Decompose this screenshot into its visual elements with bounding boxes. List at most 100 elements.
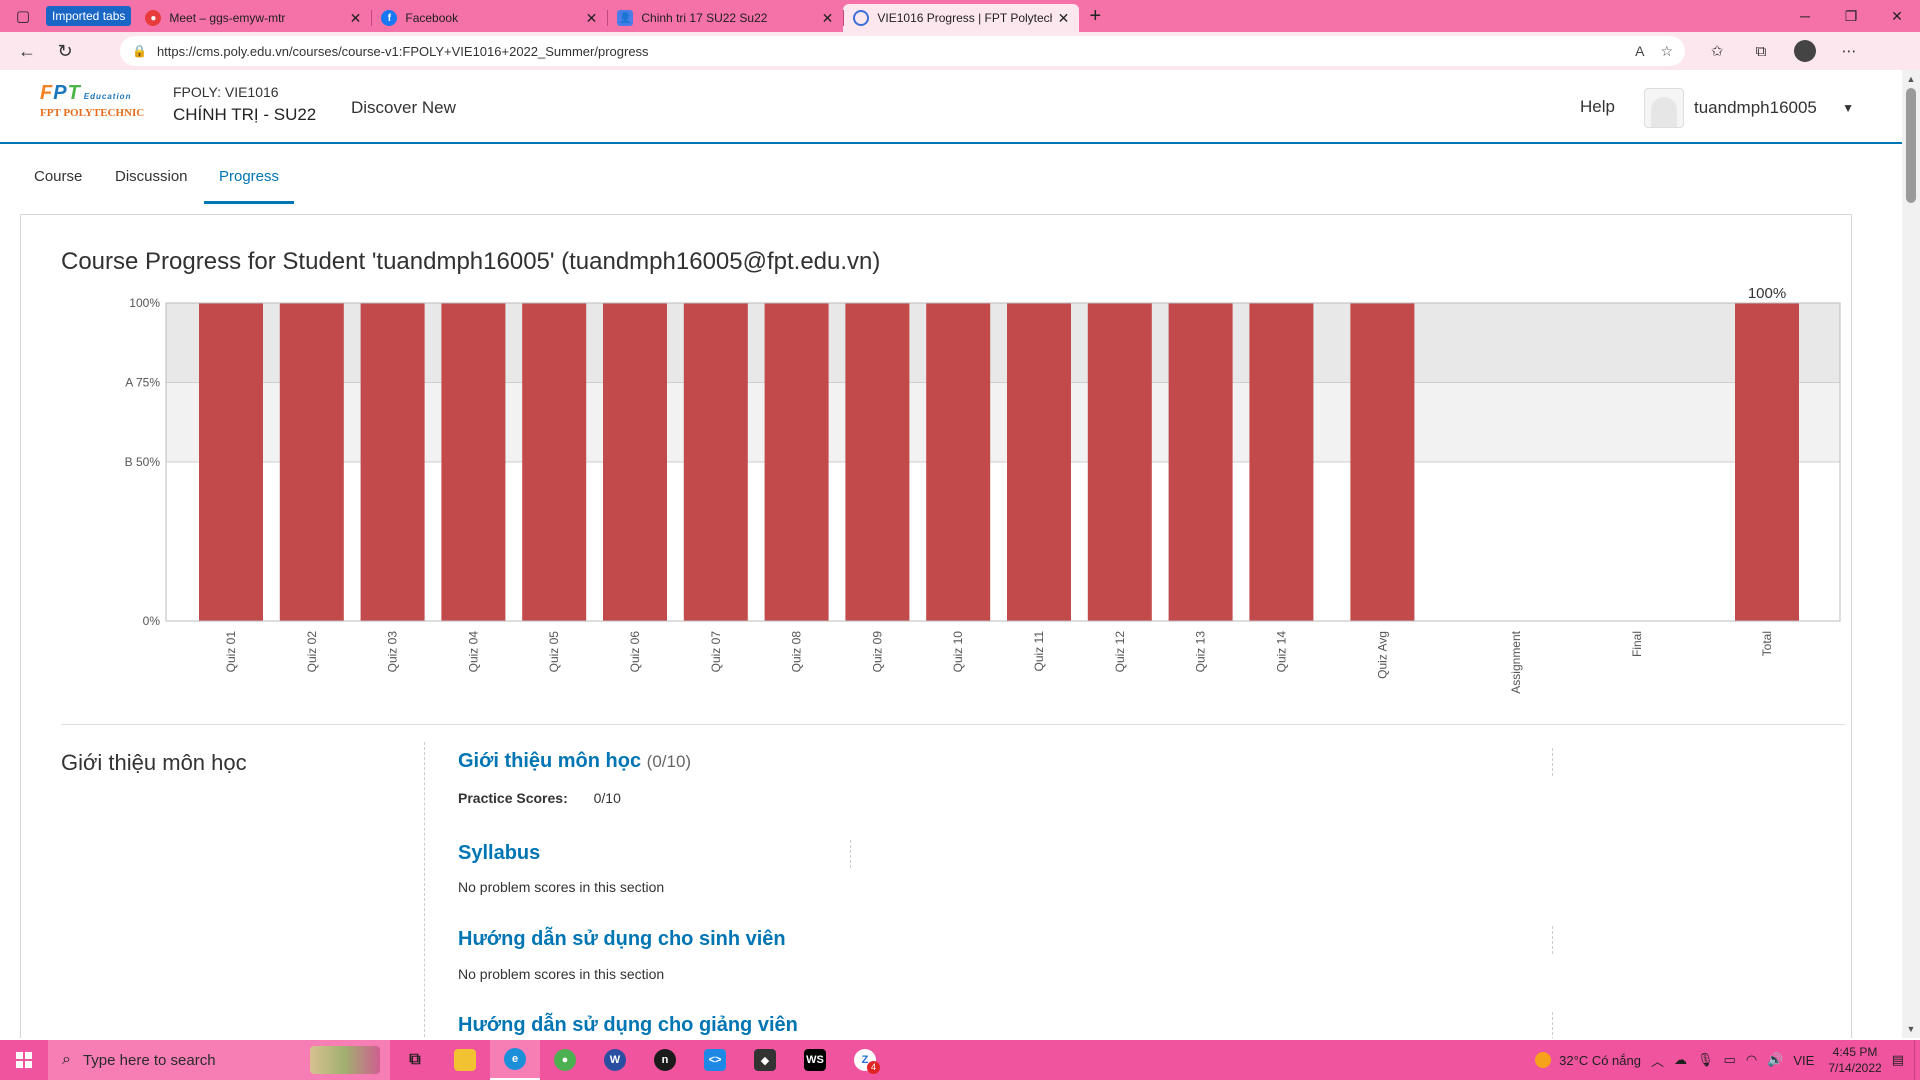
- bar-quiz-avg: [1350, 303, 1415, 621]
- language-indicator[interactable]: VIE: [1793, 1053, 1814, 1068]
- taskbar-search[interactable]: ⌕ Type here to search: [48, 1040, 390, 1080]
- y-tick-label: B 50%: [125, 455, 161, 469]
- x-tick-label: Quiz 01: [224, 631, 238, 673]
- bar-quiz-06: [603, 303, 667, 621]
- grade-chart: 100% A 75% B 50% 0% Quiz 01 Quiz 02 Quiz 03 Qui…: [125, 285, 1841, 694]
- search-placeholder: Type here to search: [82, 1051, 216, 1069]
- tab-chinh-tri[interactable]: 👤 Chinh tri 17 SU22 Su22 ✕: [607, 4, 843, 32]
- x-tick-label: Quiz 11: [1032, 631, 1046, 672]
- scrollbar-thumb[interactable]: [1906, 88, 1916, 203]
- more-menu-icon[interactable]: ⋯: [1827, 42, 1871, 60]
- favorites-icon[interactable]: ✩: [1695, 42, 1739, 60]
- file-explorer-icon[interactable]: [440, 1040, 490, 1080]
- tab-meet[interactable]: ● Meet – ggs-emyw-mtr ✕: [135, 4, 371, 32]
- loading-icon: [853, 10, 870, 26]
- bar-quiz-10: [926, 303, 991, 621]
- collections-icon[interactable]: ⧉: [1739, 43, 1783, 60]
- close-icon[interactable]: ✕: [586, 10, 598, 27]
- clock[interactable]: 4:45 PM 7/14/2022: [1828, 1044, 1881, 1076]
- favorite-star-icon[interactable]: ☆: [1660, 43, 1673, 60]
- column-divider: [850, 840, 851, 868]
- tab-progress[interactable]: VIE1016 Progress | FPT Polytechnic ✕: [843, 4, 1080, 32]
- bar-total: [1735, 303, 1799, 621]
- restore-icon[interactable]: ❐: [1828, 8, 1874, 25]
- x-tick-label: Quiz 05: [547, 631, 561, 673]
- section-title-huong-dan-gv[interactable]: Hướng dẫn sử dụng cho giảng viên: [458, 1014, 798, 1037]
- section-note: No problem scores in this section: [458, 966, 665, 982]
- tab-actions-icon[interactable]: ▢: [0, 0, 46, 32]
- chrome-icon[interactable]: ●: [540, 1040, 590, 1080]
- close-icon[interactable]: ✕: [350, 10, 362, 27]
- column-divider: [1552, 926, 1553, 954]
- column-divider: [1552, 1012, 1553, 1038]
- x-tick-label: Quiz Avg: [1375, 631, 1389, 679]
- facebook-icon: f: [381, 10, 398, 26]
- unity-icon[interactable]: ◆: [740, 1040, 790, 1080]
- show-desktop-button[interactable]: [1914, 1040, 1920, 1080]
- onedrive-icon[interactable]: ☁: [1674, 1052, 1687, 1068]
- close-icon[interactable]: ✕: [1058, 10, 1070, 27]
- read-aloud-icon[interactable]: A: [1635, 43, 1644, 59]
- battery-icon[interactable]: ▭: [1724, 1052, 1736, 1068]
- chevron-up-icon[interactable]: ︿: [1651, 1051, 1664, 1070]
- web-page: FPT Education FPT POLYTECHNIC FPOLY: VIE1…: [0, 70, 1902, 1038]
- x-tick-label: Quiz 04: [466, 631, 480, 673]
- tab-facebook[interactable]: f Facebook ✕: [371, 4, 607, 32]
- y-tick-label: A 75%: [125, 376, 160, 390]
- scroll-up-icon[interactable]: ▲: [1902, 74, 1920, 84]
- back-icon[interactable]: ←: [8, 41, 46, 62]
- tab-group-chip[interactable]: Imported tabs: [46, 6, 132, 26]
- refresh-icon[interactable]: ↻: [46, 41, 84, 62]
- bar-quiz-13: [1168, 303, 1233, 621]
- scroll-down-icon[interactable]: ▼: [1902, 1024, 1920, 1034]
- app-w-icon[interactable]: W: [590, 1040, 640, 1080]
- vscode-icon[interactable]: <>: [690, 1040, 740, 1080]
- tab-label: Facebook: [405, 11, 459, 25]
- start-button[interactable]: [0, 1040, 48, 1080]
- practice-scores: Practice Scores: 0/10: [458, 790, 621, 806]
- zalo-icon[interactable]: Z 4: [840, 1040, 890, 1080]
- wifi-icon[interactable]: ◠: [1746, 1052, 1757, 1068]
- url-text[interactable]: https://cms.poly.edu.vn/courses/course-v…: [157, 44, 1619, 59]
- address-bar[interactable]: 🔒 https://cms.poly.edu.vn/courses/course…: [120, 36, 1685, 66]
- task-view-icon[interactable]: ⧉: [390, 1040, 440, 1080]
- practice-label: Practice Scores:: [458, 790, 568, 806]
- volume-icon[interactable]: 🔊: [1767, 1052, 1783, 1068]
- bar-quiz-02: [279, 303, 344, 621]
- microphone-icon[interactable]: 🎙: [1697, 1052, 1714, 1068]
- windows-logo-icon: [16, 1052, 32, 1068]
- address-bar-row: ← ↻ 🔒 https://cms.poly.edu.vn/courses/co…: [0, 32, 1920, 70]
- x-tick-label: Quiz 06: [628, 631, 642, 673]
- weather-icon[interactable]: [1535, 1052, 1552, 1068]
- x-tick-label: Quiz 07: [709, 631, 723, 673]
- y-tick-label: 0%: [143, 614, 161, 628]
- section-score: (0/10): [646, 752, 692, 771]
- weather-text[interactable]: 32°C Có nắng: [1559, 1053, 1641, 1068]
- tab-label: VIE1016 Progress | FPT Polytechnic: [877, 11, 1051, 25]
- edge-icon[interactable]: e: [490, 1040, 540, 1080]
- profile-avatar-icon[interactable]: [1794, 40, 1816, 62]
- webstorm-icon[interactable]: WS: [790, 1040, 840, 1080]
- section-title-huong-dan-sv[interactable]: Hướng dẫn sử dụng cho sinh viên: [458, 928, 786, 951]
- section-title-gioi-thieu[interactable]: Giới thiệu môn học (0/10): [458, 750, 691, 773]
- x-tick-label: Final: [1630, 631, 1644, 657]
- bar-quiz-04: [441, 303, 506, 621]
- new-tab-button[interactable]: +: [1079, 2, 1111, 30]
- bar-quiz-03: [360, 303, 425, 621]
- section-title-syllabus[interactable]: Syllabus: [458, 842, 540, 865]
- notifications-icon[interactable]: ▤: [1892, 1052, 1904, 1068]
- nox-icon[interactable]: n: [640, 1040, 690, 1080]
- x-tick-label: Quiz 13: [1194, 631, 1208, 673]
- close-window-icon[interactable]: ✕: [1874, 8, 1920, 25]
- notification-badge: 4: [867, 1061, 880, 1074]
- vertical-scrollbar[interactable]: ▲ ▼: [1902, 70, 1920, 1038]
- column-divider: [424, 742, 425, 1038]
- date: 7/14/2022: [1828, 1061, 1882, 1075]
- x-tick-label: Quiz 03: [386, 631, 400, 673]
- bar-quiz-08: [764, 303, 829, 621]
- close-icon[interactable]: ✕: [822, 10, 834, 27]
- x-tick-label: Quiz 02: [305, 631, 319, 673]
- minimize-icon[interactable]: ─: [1782, 8, 1828, 25]
- windows-taskbar: ⌕ Type here to search ⧉ e ● W n <> ◆ WS …: [0, 1040, 1920, 1080]
- lock-icon[interactable]: 🔒: [132, 44, 147, 58]
